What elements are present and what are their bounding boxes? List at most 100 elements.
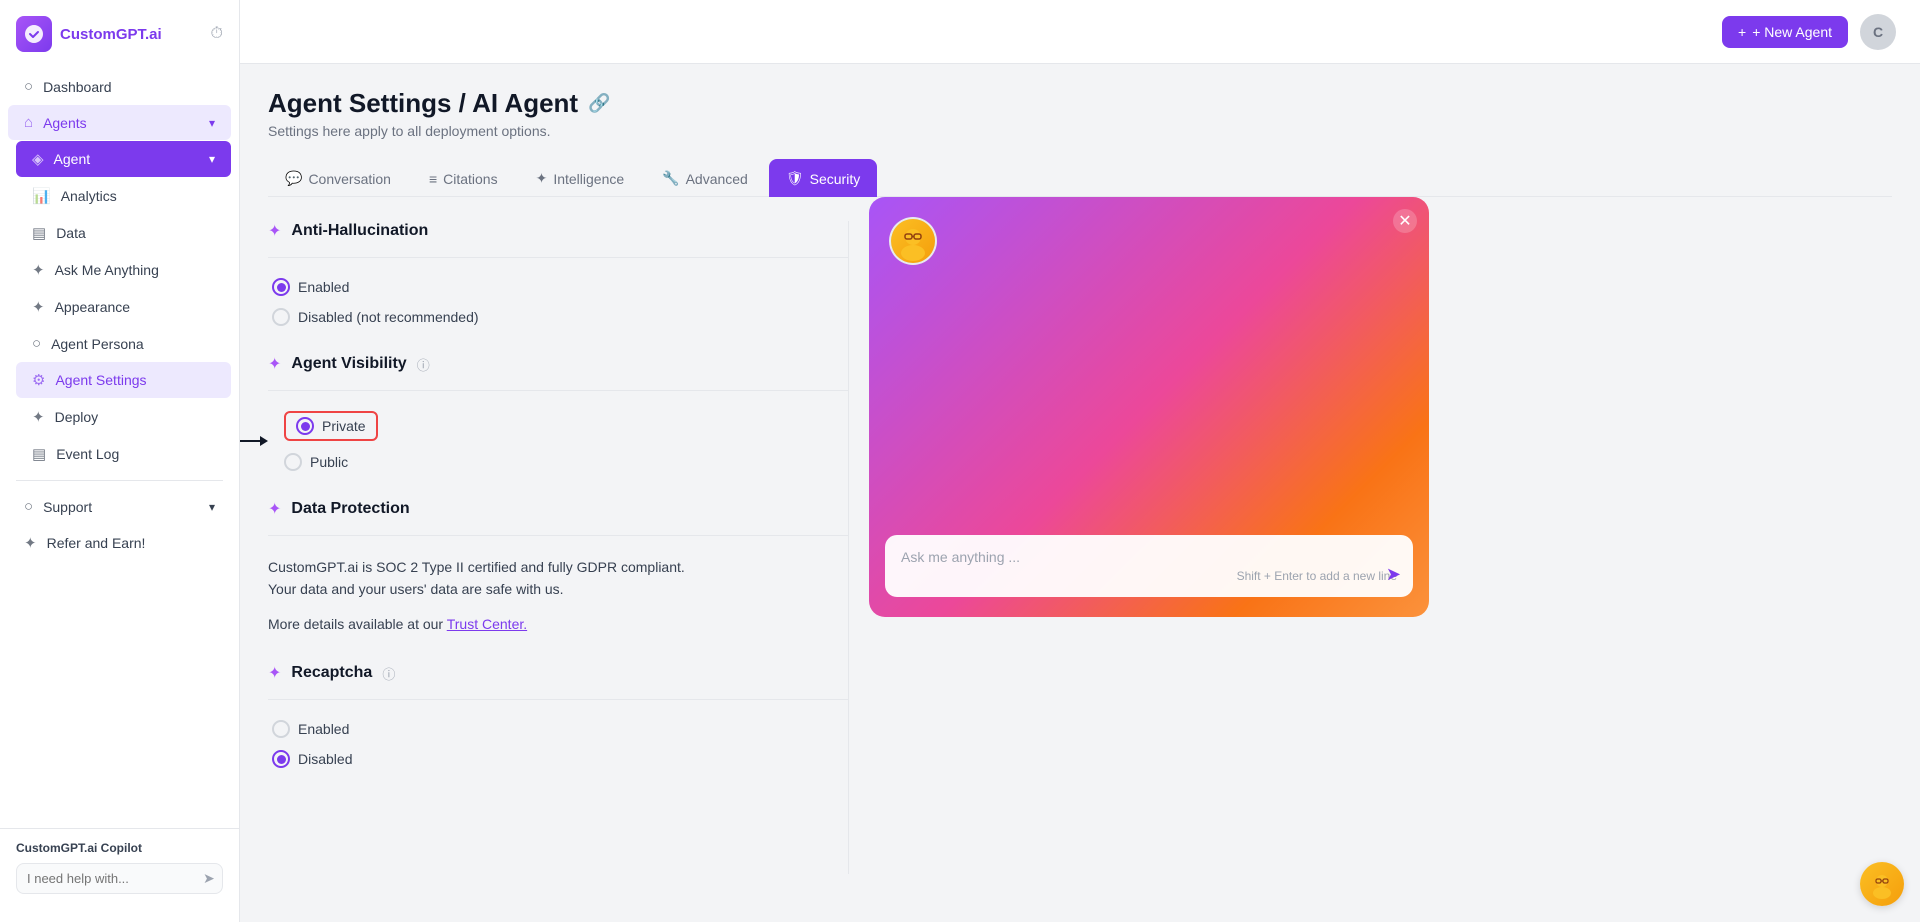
copilot-send-icon[interactable]: ➤ <box>203 870 215 887</box>
chat-send-button[interactable]: ➤ <box>1386 564 1401 585</box>
new-agent-button[interactable]: + + New Agent <box>1722 16 1848 48</box>
settings-panel: ✦ Anti-Hallucination Enabled <box>268 197 848 898</box>
radio-inner <box>301 422 310 431</box>
nav-divider <box>16 480 223 481</box>
recaptcha-enabled[interactable]: Enabled <box>272 720 848 738</box>
chat-placeholder: Ask me anything ... <box>901 549 1397 565</box>
share-icon[interactable]: 🔗 <box>588 93 610 114</box>
sidebar-item-label: Agent Settings <box>55 372 146 388</box>
citations-tab-icon: ≡ <box>429 171 437 187</box>
logo-text: CustomGPT.ai <box>60 26 162 43</box>
sidebar-bottom: CustomGPT.ai Copilot ➤ <box>0 828 239 906</box>
sidebar-item-event-log[interactable]: ▤ Event Log <box>16 436 231 472</box>
new-agent-label: + New Agent <box>1752 24 1832 40</box>
conversation-tab-icon: 💬 <box>285 170 302 187</box>
visibility-public[interactable]: Public <box>284 453 378 471</box>
section-header-data-protection: ✦ Data Protection <box>268 499 848 519</box>
radio-inner <box>277 755 286 764</box>
tab-security[interactable]: 🛡 Security <box>769 159 877 197</box>
sidebar-item-label: Appearance <box>55 299 131 315</box>
tab-citations[interactable]: ≡ Citations <box>412 160 515 197</box>
info-icon[interactable]: ⓘ <box>417 355 430 374</box>
sidebar-item-agent-persona[interactable]: ○ Agent Persona <box>16 326 231 361</box>
sidebar-item-agent[interactable]: ◈ Agent ▾ <box>16 141 231 177</box>
sidebar-item-dashboard[interactable]: ○ Dashboard <box>8 69 231 104</box>
anti-hallucination-title: Anti-Hallucination <box>291 222 428 240</box>
sidebar-item-label: Agents <box>43 115 87 131</box>
analytics-icon: 📊 <box>32 187 51 205</box>
sidebar-item-support[interactable]: ○ Support ▾ <box>8 489 231 524</box>
page-title: Agent Settings / AI Agent <box>268 88 578 119</box>
visibility-title: Agent Visibility <box>291 355 406 373</box>
section-header-anti-hallucination: ✦ Anti-Hallucination <box>268 221 848 241</box>
copilot-input[interactable] <box>27 871 203 886</box>
radio-label: Private <box>322 418 366 434</box>
tab-advanced-label: Advanced <box>686 171 748 187</box>
section-header-visibility: ✦ Agent Visibility ⓘ <box>268 354 848 374</box>
tab-advanced[interactable]: 🔧 Advanced <box>645 159 765 197</box>
topbar: + + New Agent C <box>240 0 1920 64</box>
recaptcha-disabled[interactable]: Disabled <box>272 750 848 768</box>
sidebar-item-agent-settings[interactable]: ⚙ Agent Settings <box>16 362 231 398</box>
sidebar-item-label: Event Log <box>56 446 119 462</box>
recaptcha-title: Recaptcha <box>291 664 372 682</box>
content-body: ✦ Anti-Hallucination Enabled <box>268 197 1892 898</box>
section-divider <box>268 257 848 258</box>
persona-icon: ○ <box>32 335 41 352</box>
data-icon: ▤ <box>32 224 46 242</box>
security-tab-icon: 🛡 <box>786 170 804 187</box>
section-divider <box>268 535 848 536</box>
info-icon-2[interactable]: ⓘ <box>382 664 395 683</box>
deploy-icon: ✦ <box>32 408 45 426</box>
tab-conversation[interactable]: 💬 Conversation <box>268 159 408 197</box>
sidebar-item-label: Support <box>43 499 92 515</box>
sidebar-logo: CustomGPT.ai ⏱ <box>0 16 239 68</box>
sidebar-item-data[interactable]: ▤ Data <box>16 215 231 251</box>
visibility-options: Private Public <box>280 411 378 471</box>
trust-center-link[interactable]: Trust Center. <box>447 616 527 632</box>
radio-inner <box>277 283 286 292</box>
section-header-recaptcha: ✦ Recaptcha ⓘ <box>268 663 848 683</box>
anti-hallucination-disabled[interactable]: Disabled (not recommended) <box>272 308 848 326</box>
support-icon: ○ <box>24 498 33 515</box>
radio-label: Disabled <box>298 751 352 767</box>
preview-close-button[interactable]: ✕ <box>1393 209 1417 233</box>
clock-icon[interactable]: ⏱ <box>211 25 223 43</box>
tab-intelligence[interactable]: ✦ Intelligence <box>519 159 642 197</box>
section-divider <box>268 390 848 391</box>
sidebar-item-appearance[interactable]: ✦ Appearance <box>16 289 231 325</box>
sidebar: CustomGPT.ai ⏱ ○ Dashboard ⌂ Agents ▾ ◈ … <box>0 0 240 922</box>
sidebar-item-label: Analytics <box>61 188 117 204</box>
refer-icon: ✦ <box>24 534 37 552</box>
sidebar-item-label: Ask Me Anything <box>55 262 159 278</box>
intelligence-tab-icon: ✦ <box>536 170 548 187</box>
tab-intelligence-label: Intelligence <box>553 171 624 187</box>
sidebar-item-label: Deploy <box>55 409 99 425</box>
sparkle-icon-3: ✦ <box>268 499 281 519</box>
sidebar-item-refer-earn[interactable]: ✦ Refer and Earn! <box>8 525 231 561</box>
bottom-right-avatar[interactable] <box>1860 862 1904 906</box>
chevron-down-icon: ▾ <box>209 152 215 166</box>
anti-hallucination-enabled[interactable]: Enabled <box>272 278 848 296</box>
sidebar-item-label: Refer and Earn! <box>47 535 146 551</box>
data-protection-section: ✦ Data Protection CustomGPT.ai is SOC 2 … <box>268 499 848 635</box>
content: Agent Settings / AI Agent 🔗 Settings her… <box>240 64 1920 922</box>
sidebar-item-agents[interactable]: ⌂ Agents ▾ <box>8 105 231 140</box>
ask-icon: ✦ <box>32 261 45 279</box>
sidebar-item-analytics[interactable]: 📊 Analytics <box>16 178 231 214</box>
preview-chat-input: Ask me anything ... Shift + Enter to add… <box>885 535 1413 597</box>
preview-widget: ✕ <box>869 197 1429 617</box>
sidebar-item-ask-me-anything[interactable]: ✦ Ask Me Anything <box>16 252 231 288</box>
sidebar-item-label: Agent Persona <box>51 336 144 352</box>
section-divider <box>268 699 848 700</box>
sidebar-item-deploy[interactable]: ✦ Deploy <box>16 399 231 435</box>
radio-label: Public <box>310 454 348 470</box>
page-header: Agent Settings / AI Agent 🔗 <box>268 88 1892 119</box>
radio-outer <box>272 750 290 768</box>
copilot-input-wrap: ➤ <box>16 863 223 894</box>
sidebar-nav: ○ Dashboard ⌂ Agents ▾ ◈ Agent ▾ 📊 Analy… <box>0 68 239 828</box>
visibility-private[interactable]: Private <box>284 411 378 441</box>
data-protection-title: Data Protection <box>291 500 409 518</box>
sidebar-item-label: Data <box>56 225 86 241</box>
user-avatar[interactable]: C <box>1860 14 1896 50</box>
